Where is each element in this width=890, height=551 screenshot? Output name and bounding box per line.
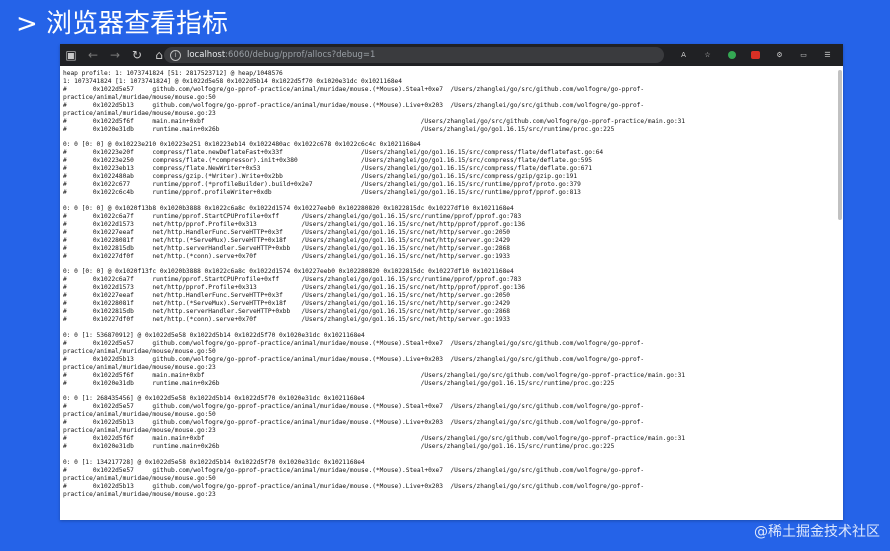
extensions-icon[interactable]: ⚙ <box>774 50 785 61</box>
output-line: # 0x10228081f net/http.(*ServeMux).Serve… <box>63 300 511 308</box>
output-line: # 0x10223e250 compress/flate.(*compresso… <box>63 157 592 165</box>
output-line: # 0x1022d5e57 github.com/wolfogre/go-ppr… <box>63 85 645 93</box>
star-icon[interactable]: ☆ <box>702 50 713 61</box>
output-line: # 0x1022d5e57 github.com/wolfogre/go-ppr… <box>63 339 645 347</box>
output-line: # 0x10227df0f net/http.(*conn).serve+0x7… <box>63 316 511 324</box>
output-line: # 0x10227eeaf net/http.HandlerFunc.Serve… <box>63 292 511 300</box>
output-line: 0: 0 [1: 268435456] @ 0x1022d5e58 0x1022… <box>63 395 365 403</box>
output-line: 0: 0 [0: 0] @ 0x1020f13fc 0x1020b3888 0x… <box>63 268 514 276</box>
pprof-output: heap profile: 1: 1073741824 [51: 2817523… <box>60 66 843 520</box>
output-line: # 0x10227df0f net/http.(*conn).serve+0x7… <box>63 252 511 260</box>
collections-icon[interactable]: ☰ <box>822 50 833 61</box>
output-line: # 0x1022c6a7f runtime/pprof.StartCPUProf… <box>63 276 522 284</box>
url-text[interactable]: localhost:6060/debug/pprof/allocs?debug=… <box>187 50 375 60</box>
reload-icon[interactable]: ↻ <box>126 44 148 66</box>
output-line: practice/animal/muridae/mouse/mouse.go:5… <box>63 93 216 101</box>
output-line: # 0x1022815db net/http.serverHandler.Ser… <box>63 244 511 252</box>
output-line: practice/animal/muridae/mouse/mouse.go:5… <box>63 474 216 482</box>
slide-title: > 浏览器查看指标 <box>16 9 229 39</box>
output-line: practice/animal/muridae/mouse/mouse.go:5… <box>63 347 216 355</box>
output-line: # 0x1022d5f6f main.main+0xbf /Users/zhan… <box>63 117 686 125</box>
output-line: # 0x1022d5b13 github.com/wolfogre/go-ppr… <box>63 101 645 109</box>
output-line: # 0x10228081f net/http.(*ServeMux).Serve… <box>63 236 511 244</box>
browser-toolbar: ▣ ← → ↻ ⌂ i localhost:6060/debug/pprof/a… <box>60 44 843 66</box>
output-line: heap profile: 1: 1073741824 [51: 2817523… <box>63 70 283 77</box>
output-line: # 0x10227eeaf net/http.HandlerFunc.Serve… <box>63 228 511 236</box>
green-extension-icon[interactable] <box>726 50 737 61</box>
output-line: # 0x1022c6c4b runtime/pprof.profileWrite… <box>63 189 581 197</box>
font-size-icon[interactable]: A <box>678 50 689 61</box>
output-line: # 0x1022d5b13 github.com/wolfogre/go-ppr… <box>63 355 645 363</box>
output-line: # 0x1022d5f6f main.main+0xbf /Users/zhan… <box>63 371 686 379</box>
output-line: # 0x1020e31db runtime.main+0x26b /Users/… <box>63 125 615 133</box>
output-line: practice/animal/muridae/mouse/mouse.go:2… <box>63 490 216 498</box>
extension-bar: A ☆ ⚙ ▭ ☰ ◍ ⋯ <box>678 44 843 66</box>
output-line: # 0x1022815db net/http.serverHandler.Ser… <box>63 308 511 316</box>
output-line: # 0x1022d5e57 github.com/wolfogre/go-ppr… <box>63 403 645 411</box>
output-line: # 0x1022d1573 net/http/pprof.Profile+0x3… <box>63 220 525 228</box>
output-line: # 0x1022c677 runtime/pprof.(*profileBuil… <box>63 181 581 189</box>
output-line: # 0x10223eb13 compress/flate.NewWriter+0… <box>63 165 592 173</box>
forward-arrow-icon[interactable]: → <box>104 44 126 66</box>
output-line: # 0x1022480ab compress/gzip.(*Writer).Wr… <box>63 173 578 181</box>
output-line: # 0x1020e31db runtime.main+0x26b /Users/… <box>63 443 615 451</box>
output-line: 0: 0 [0: 0] @ 0x1020f13b8 0x1020b3888 0x… <box>63 204 514 212</box>
info-icon[interactable]: i <box>170 49 181 61</box>
back-arrow-icon[interactable]: ← <box>82 44 104 66</box>
output-line: # 0x1022d5e57 github.com/wolfogre/go-ppr… <box>63 466 645 474</box>
output-line: # 0x10223e20f compress/flate.newDeflateF… <box>63 149 604 157</box>
output-line: # 0x1020e31db runtime.main+0x26b /Users/… <box>63 379 615 387</box>
address-bar[interactable]: i localhost:6060/debug/pprof/allocs?debu… <box>164 47 664 63</box>
watermark: @稀土掘金技术社区 <box>754 524 880 540</box>
output-line: # 0x1022d5b13 github.com/wolfogre/go-ppr… <box>63 482 645 490</box>
tab-groups-icon[interactable]: ▭ <box>798 50 809 61</box>
output-line: # 0x1022c6a7f runtime/pprof.StartCPUProf… <box>63 212 522 220</box>
browser-window: ▣ ← → ↻ ⌂ i localhost:6060/debug/pprof/a… <box>60 44 843 520</box>
output-line: practice/animal/muridae/mouse/mouse.go:2… <box>63 363 216 371</box>
output-line: practice/animal/muridae/mouse/mouse.go:2… <box>63 427 216 435</box>
output-line: # 0x1022d1573 net/http/pprof.Profile+0x3… <box>63 284 525 292</box>
output-line: 0: 0 [1: 134217728] @ 0x1022d5e58 0x1022… <box>63 458 365 466</box>
output-line: 0: 0 [1: 536870912] @ 0x1022d5e58 0x1022… <box>63 331 365 339</box>
output-line: practice/animal/muridae/mouse/mouse.go:5… <box>63 411 216 419</box>
output-line: # 0x1022d5b13 github.com/wolfogre/go-ppr… <box>63 419 645 427</box>
output-line: 0: 0 [0: 0] @ 0x10223e210 0x10223e251 0x… <box>63 141 421 149</box>
scrollbar[interactable] <box>838 70 842 220</box>
output-line: # 0x1022d5f6f main.main+0xbf /Users/zhan… <box>63 435 686 443</box>
red-extension-icon[interactable] <box>750 50 761 61</box>
tab-strip-icon[interactable]: ▣ <box>60 44 82 66</box>
output-line: 1: 1073741824 [1: 1073741824] @ 0x1022d5… <box>63 77 402 85</box>
output-line: practice/animal/muridae/mouse/mouse.go:2… <box>63 109 216 117</box>
